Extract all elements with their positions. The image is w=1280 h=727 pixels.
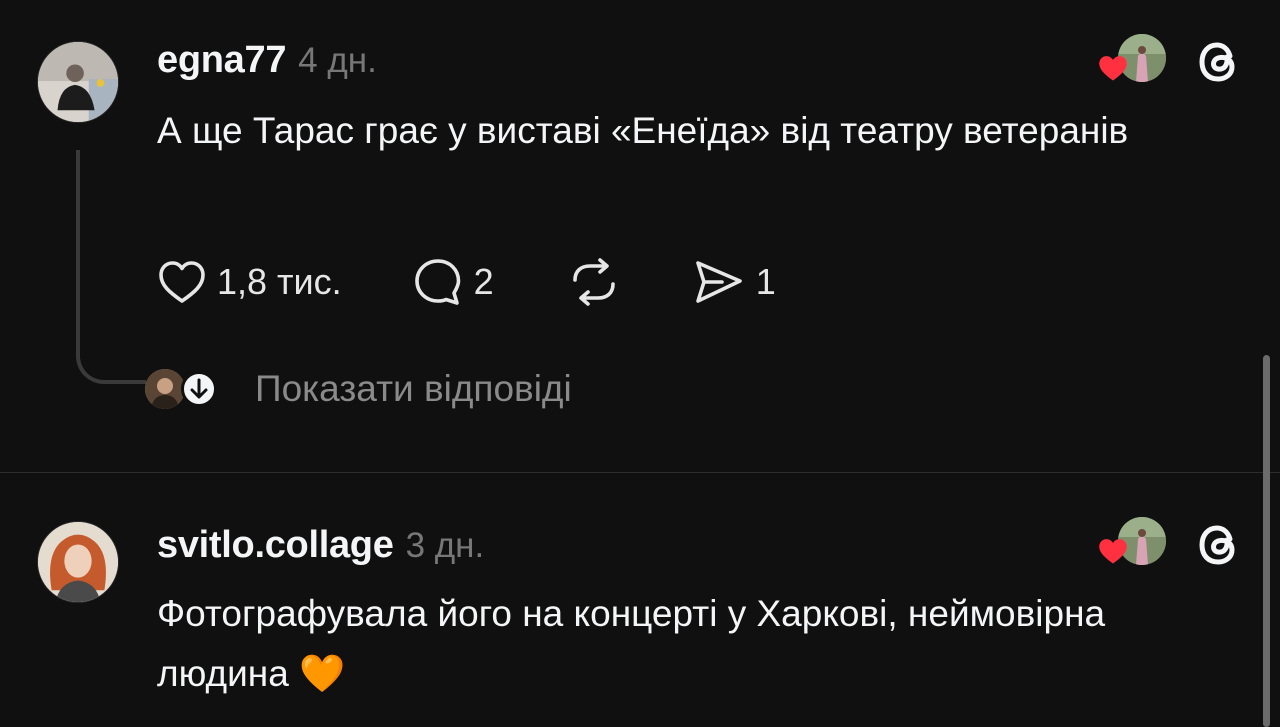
post-text: А ще Тарас грає у виставі «Енеїда» від т… — [157, 110, 1129, 151]
scrollbar[interactable] — [1263, 355, 1270, 727]
show-replies-button[interactable]: Показати відповіді — [145, 364, 572, 414]
timestamp: 4 дн. — [298, 41, 377, 80]
comment-icon — [414, 259, 460, 305]
chevron-down-icon — [181, 371, 217, 407]
username[interactable]: svitlo.collage — [157, 524, 394, 567]
repost-button[interactable] — [566, 256, 622, 308]
share-icon — [695, 261, 742, 303]
reply-avatar — [145, 369, 185, 409]
post-header: svitlo.collage 3 дн. — [157, 524, 484, 567]
heart-icon — [1099, 56, 1127, 81]
like-count: 1,8 тис. — [217, 261, 342, 302]
post-text: Фотографувала його на концерті у Харкові… — [157, 593, 1106, 694]
show-replies-label: Показати відповіді — [255, 368, 572, 409]
like-button[interactable]: 1,8 тис. — [157, 259, 342, 305]
heart-icon — [1099, 539, 1127, 564]
heart-icon — [159, 261, 205, 303]
avatar[interactable] — [37, 41, 119, 123]
thread-line — [76, 150, 146, 384]
share-count: 1 — [755, 261, 776, 302]
liked-by-author-badge — [1098, 517, 1166, 567]
liked-by-author-badge — [1098, 34, 1166, 84]
post-header: egna77 4 дн. — [157, 39, 377, 82]
username[interactable]: egna77 — [157, 39, 286, 82]
repost-icon — [572, 258, 615, 306]
comment-button[interactable]: 2 — [412, 256, 494, 308]
timestamp: 3 дн. — [405, 526, 485, 565]
avatar[interactable] — [37, 521, 119, 603]
threads-logo-icon[interactable] — [1192, 518, 1246, 572]
threads-logo-icon[interactable] — [1192, 35, 1246, 89]
action-bar: 1,8 тис. 2 1 — [157, 255, 776, 309]
thread-post: egna77 4 дн. А ще Тарас грає у виставі «… — [0, 0, 1280, 472]
comment-count: 2 — [473, 261, 494, 302]
thread-post: svitlo.collage 3 дн. Фотографувала його … — [0, 473, 1280, 727]
share-button[interactable]: 1 — [692, 257, 776, 307]
